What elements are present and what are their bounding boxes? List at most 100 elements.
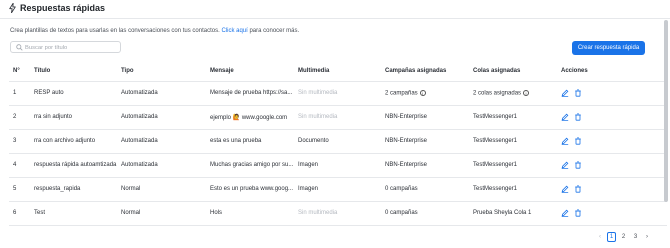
column-header-type: Tipo (117, 61, 206, 82)
pagination: ‹ 1 2 3 › (596, 232, 651, 242)
description-suffix: para conocer más. (249, 28, 300, 34)
row-number: 3 (9, 129, 30, 154)
row-multimedia: Documento (294, 129, 381, 154)
page-1-button[interactable]: 1 (607, 232, 616, 242)
quick-replies-table: N° Título Tipo Mensaje Multimedia Campañ… (9, 61, 667, 226)
row-actions (557, 129, 667, 154)
edit-icon[interactable] (561, 185, 569, 193)
edit-icon[interactable] (561, 161, 569, 169)
row-queues-cell: Prueba Sheyla Cola 1 (469, 201, 557, 226)
row-queues-cell: TestMessenger1 (469, 105, 557, 130)
row-type: Automatizada (117, 153, 206, 178)
edit-icon[interactable] (561, 89, 569, 97)
description-text: Crea plantillas de textos para usarlas e… (10, 28, 220, 34)
page-3-button[interactable]: 3 (631, 232, 640, 242)
row-campaigns-cell: NBN-Enterprise (381, 153, 469, 178)
row-number: 5 (9, 177, 30, 202)
row-title: Test (30, 201, 117, 226)
row-campaigns-cell: NBN-Enterprise (381, 105, 469, 130)
search-icon (16, 44, 23, 51)
row-queues: TestMessenger1 (473, 114, 518, 120)
row-message: Hols (206, 201, 294, 226)
page-header: Respuestas rápidas (0, 0, 670, 19)
row-campaigns-cell: 2 campañas i (381, 81, 469, 106)
edit-icon[interactable] (561, 137, 569, 145)
row-actions (557, 153, 667, 178)
row-title: RESP auto (30, 81, 117, 106)
row-message: Muchas gracias amigo por su... (206, 153, 294, 178)
prev-page-icon[interactable]: ‹ (596, 234, 604, 240)
row-campaigns: 0 campañas (385, 210, 418, 216)
trash-icon[interactable] (574, 89, 582, 97)
scrollbar-thumb[interactable] (664, 20, 668, 202)
trash-icon[interactable] (574, 209, 582, 217)
edit-icon[interactable] (561, 113, 569, 121)
row-number: 6 (9, 201, 30, 226)
edit-icon[interactable] (561, 209, 569, 217)
row-title: respuesta_rapida (30, 177, 117, 202)
row-type: Normal (117, 177, 206, 202)
row-actions (557, 81, 667, 106)
row-campaigns-cell: 0 campañas (381, 201, 469, 226)
column-header-message: Mensaje (206, 61, 294, 82)
row-title: rra con archivo adjunto (30, 129, 117, 154)
trash-icon[interactable] (574, 113, 582, 121)
row-type: Normal (117, 201, 206, 226)
page-2-button[interactable]: 2 (619, 232, 628, 242)
row-message: ejemplo 🙋 www.google.com (206, 105, 294, 130)
row-message: Esto es un prueba www.goog... (206, 177, 294, 202)
row-multimedia: Sin multimedia (294, 81, 381, 106)
table-row: 1 RESP auto Automatizada Mensaje de prueba … (9, 81, 667, 106)
row-queues: TestMessenger1 (473, 138, 518, 144)
row-campaigns-cell: NBN-Enterprise (381, 129, 469, 154)
row-actions (557, 105, 667, 130)
column-header-actions: Acciones (557, 61, 667, 82)
row-title: respuesta rápida autoamtizada (30, 153, 117, 178)
info-icon[interactable]: i (523, 89, 530, 96)
row-type: Automatizada (117, 81, 206, 106)
page-description: Crea plantillas de textos para usarlas e… (10, 28, 299, 34)
row-queues: 2 colas asignadas (473, 90, 522, 97)
table-row: 3 rra con archivo adjunto Automatizada esta… (9, 129, 667, 154)
row-queues: Prueba Sheyla Cola 1 (473, 210, 532, 216)
row-multimedia: Imagen (294, 177, 381, 202)
row-campaigns: NBN-Enterprise (385, 114, 428, 120)
row-number: 1 (9, 81, 30, 106)
table-row: 6 Test Normal Hols Sin multimedia 0 campañas P… (9, 201, 667, 226)
row-number: 4 (9, 153, 30, 178)
row-title: rra sin adjunto (30, 105, 117, 130)
column-header-number: N° (9, 61, 30, 82)
row-queues-cell: TestMessenger1 (469, 177, 557, 202)
trash-icon[interactable] (574, 161, 582, 169)
trash-icon[interactable] (574, 137, 582, 145)
row-queues: TestMessenger1 (473, 162, 518, 168)
table-row: 2 rra sin adjunto Automatizada ejemplo 🙋 ww… (9, 105, 667, 130)
column-header-queues: Colas asignadas (469, 61, 557, 82)
column-header-campaigns: Campañas asignadas (381, 61, 469, 82)
bolt-icon (9, 3, 16, 13)
column-header-title: Título (30, 61, 117, 82)
row-number: 2 (9, 105, 30, 130)
row-multimedia: Sin multimedia (294, 105, 381, 130)
row-type: Automatizada (117, 105, 206, 130)
next-page-icon[interactable]: › (643, 234, 651, 240)
page-title: Respuestas rápidas (20, 3, 106, 13)
row-campaigns: NBN-Enterprise (385, 162, 428, 168)
help-link[interactable]: Click aquí (221, 28, 247, 34)
row-message: esta es una prueba (206, 129, 294, 154)
row-queues-cell: 2 colas asignadas i (469, 81, 557, 106)
row-campaigns: 0 campañas (385, 186, 418, 192)
info-icon[interactable]: i (419, 89, 426, 96)
row-campaigns: NBN-Enterprise (385, 138, 428, 144)
create-quick-reply-button[interactable]: Crear respuesta rápida (572, 41, 645, 55)
search-box[interactable] (10, 41, 121, 53)
row-message: Mensaje de prueba https://sa... (206, 81, 294, 106)
trash-icon[interactable] (574, 185, 582, 193)
row-multimedia: Sin multimedia (294, 201, 381, 226)
row-type: Automatizada (117, 129, 206, 154)
row-queues: TestMessenger1 (473, 186, 518, 192)
row-campaigns: 2 campañas (385, 90, 418, 97)
row-actions (557, 201, 667, 226)
row-queues-cell: TestMessenger1 (469, 129, 557, 154)
search-input[interactable] (25, 43, 117, 52)
